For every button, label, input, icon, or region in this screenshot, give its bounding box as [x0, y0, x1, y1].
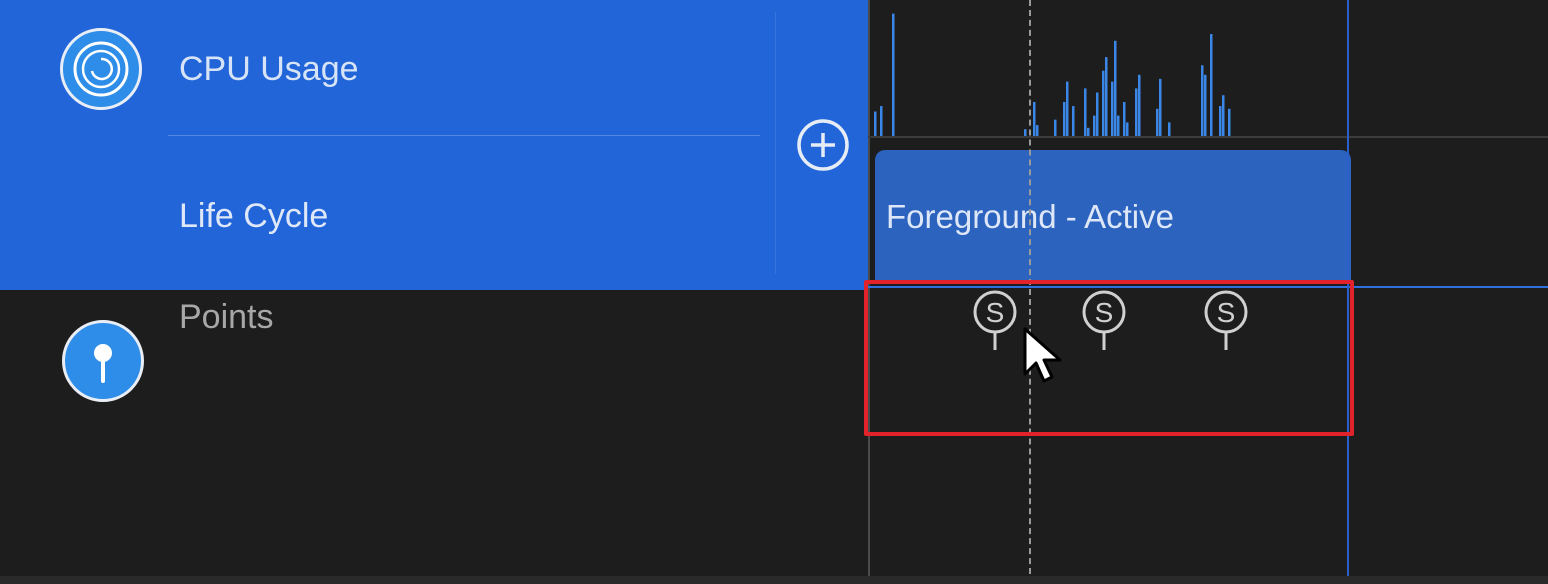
cpu-usage-bar [1126, 122, 1129, 136]
track-separator [868, 136, 1548, 138]
points-label: Points [179, 298, 274, 336]
cpu-usage-bar [1111, 81, 1114, 136]
cpu-usage-track-header[interactable]: CPU Usage Life Cycle [0, 0, 868, 290]
cpu-usage-bar [1114, 40, 1117, 136]
cpu-usage-bar [1123, 102, 1126, 136]
life-cycle-label: Life Cycle [179, 197, 329, 235]
cpu-usage-bar [1135, 88, 1138, 136]
column-divider [775, 12, 776, 274]
cpu-usage-bar [874, 111, 877, 136]
lifecycle-state-bar[interactable]: Foreground - Active [875, 150, 1351, 280]
cpu-usage-bar [1222, 95, 1225, 136]
cpu-usage-graph [874, 13, 1231, 136]
cpu-spiral-icon [60, 28, 142, 110]
pin-icon [62, 320, 144, 402]
cpu-usage-bar [1159, 78, 1162, 136]
bottom-scrollbar-track[interactable] [0, 576, 1548, 584]
cpu-usage-bar [1102, 70, 1105, 136]
highlight-annotation-box [864, 280, 1354, 436]
cpu-usage-bar [1210, 34, 1213, 136]
cpu-usage-bar [1228, 108, 1231, 136]
cpu-usage-bar [1054, 119, 1057, 136]
plus-circle-icon [797, 119, 849, 171]
cpu-usage-bar [1096, 92, 1099, 136]
cpu-usage-bar [1093, 115, 1096, 136]
cpu-usage-bar [1156, 108, 1159, 136]
cpu-usage-bar [1219, 106, 1222, 136]
cpu-usage-bar [1117, 115, 1120, 136]
cpu-usage-label: CPU Usage [179, 50, 359, 88]
cpu-usage-bar [1063, 102, 1066, 136]
cpu-usage-bar [1087, 127, 1090, 136]
cpu-usage-bar [892, 13, 895, 136]
mouse-pointer-icon [1021, 326, 1069, 386]
cpu-usage-bar [1201, 65, 1204, 136]
cpu-usage-bar [880, 106, 883, 136]
cpu-usage-bar [1168, 122, 1171, 136]
cpu-usage-bar [1033, 102, 1036, 136]
row-divider [168, 135, 760, 136]
cpu-usage-bar [1036, 125, 1039, 136]
cpu-usage-bar [1138, 74, 1141, 136]
cpu-usage-bar [1204, 74, 1207, 136]
add-track-button[interactable] [795, 117, 851, 173]
cpu-usage-bar [1072, 106, 1075, 136]
cpu-usage-bar [1066, 81, 1069, 136]
cpu-usage-bar [1024, 129, 1027, 136]
instruments-window: CPU Usage Life Cycle Points Foreground -… [0, 0, 1548, 584]
cpu-usage-bar [1105, 57, 1108, 136]
cpu-usage-bar [1084, 88, 1087, 136]
